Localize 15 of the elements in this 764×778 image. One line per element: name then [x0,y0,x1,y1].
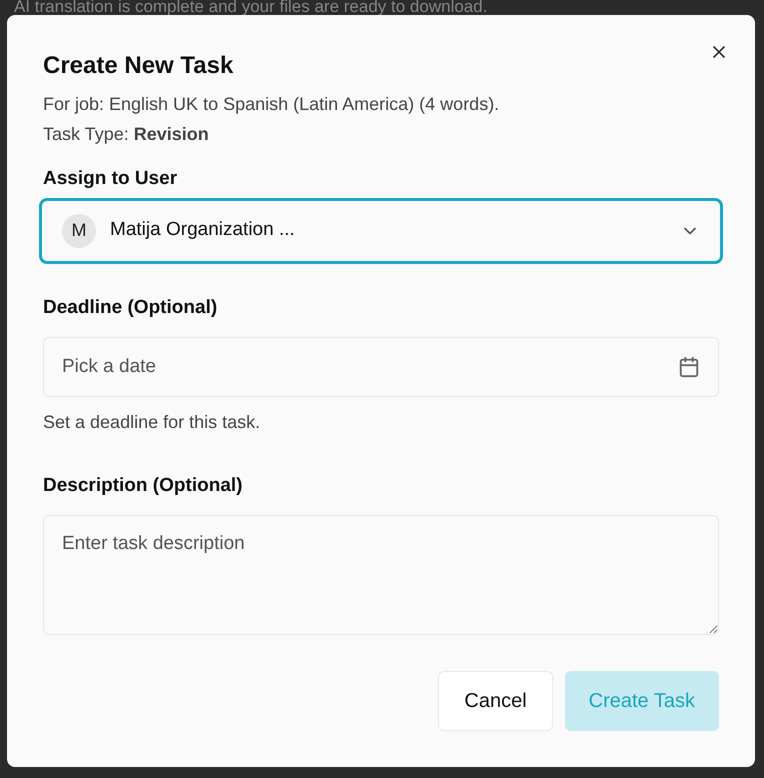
job-description: For job: English UK to Spanish (Latin America) (4 words). [43,93,500,116]
field-label: Deadline (Optional) [43,296,218,320]
notification-text: AI translation is complete and your files are ready to download. [14,0,488,15]
description-field[interactable]: Enter task description [43,514,719,634]
field-label: Description (Optional) [43,474,244,498]
task-type: Task Type: Revision [43,123,210,146]
dialog-title: Create New Task [43,51,234,81]
field-label: Assign to User [43,167,178,191]
help-text: Set a deadline for this task. [43,411,262,434]
user-select[interactable]: M Matija Organization ... [39,198,723,264]
selected-user: Matija Organization ... [110,218,295,242]
calendar-icon [678,356,700,378]
date-picker[interactable]: Pick a date [43,337,719,397]
cancel-button[interactable]: Cancel [438,670,553,730]
user-avatar: M [62,214,96,248]
